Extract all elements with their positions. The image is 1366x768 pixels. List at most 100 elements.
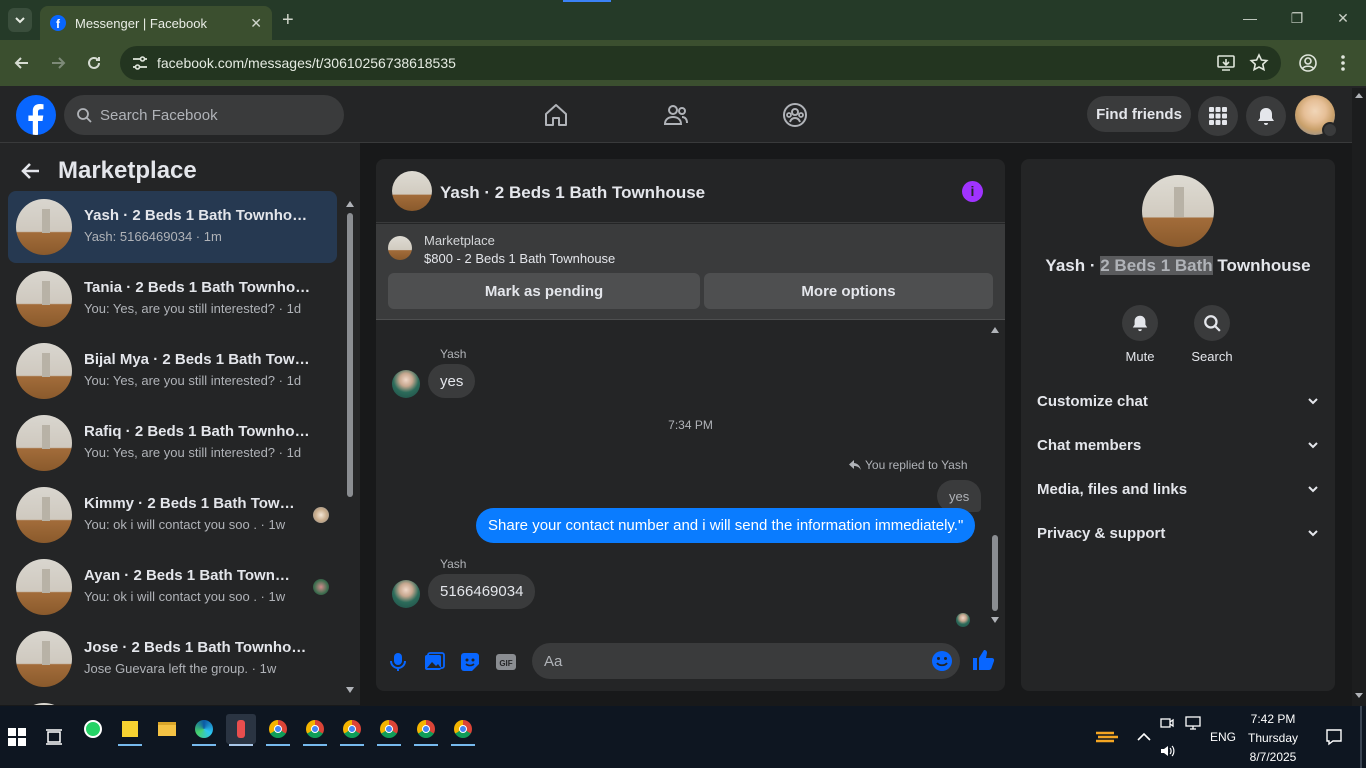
chat-members-section[interactable]: Chat members [1029,423,1327,467]
listing-title[interactable]: $800 - 2 Beds 1 Bath Townhouse [424,251,615,266]
conversation-item[interactable]: Kimmy · 2 Beds 1 Bath Townhouse You: ok … [8,479,337,551]
listing-thumbnail [16,559,72,615]
more-options-button[interactable]: More options [704,273,993,309]
sticker-icon[interactable] [458,650,482,674]
install-app-icon[interactable] [1216,53,1236,73]
chrome-taskbar-icon[interactable] [374,714,404,746]
site-settings-icon[interactable] [130,53,150,73]
sender-avatar[interactable] [392,580,420,608]
menu-dots-icon[interactable] [1336,53,1350,73]
facebook-logo-icon[interactable] [16,95,56,135]
start-button[interactable] [2,722,32,752]
chat-scrollbar[interactable] [990,325,1000,625]
photo-icon[interactable] [422,650,446,674]
conversation-item[interactable]: Rafiq · 2 Beds 1 Bath Townhouse You: Yes… [8,407,337,479]
conversation-name: Ayan · 2 Beds 1 Bath Townhouse [84,567,298,584]
section-label: Chat members [1037,436,1142,454]
url-text[interactable]: facebook.com/messages/t/3061025673861853… [157,55,456,71]
listing-thumbnail [16,703,72,705]
app-taskbar-icon[interactable] [226,714,256,746]
like-thumb-icon[interactable] [971,648,995,672]
conversation-name: Yash · 2 Beds 1 Bath Townhouse [84,207,314,224]
listing-thumbnail [16,199,72,255]
sender-avatar[interactable] [392,370,420,398]
volume-icon[interactable] [1160,744,1176,758]
conversation-item[interactable] [8,695,337,705]
notifications-button[interactable] [1246,96,1286,136]
microphone-icon[interactable] [386,650,410,674]
conversation-item[interactable]: Jose · 2 Beds 1 Bath Townhouse Jose Guev… [8,623,337,695]
message-input[interactable] [532,643,960,679]
whatsapp-taskbar-icon[interactable] [78,714,108,744]
new-tab-icon[interactable]: + [282,9,294,32]
network-icon[interactable] [1185,716,1201,730]
restore-icon[interactable]: ❐ [1285,10,1309,30]
listing-thumbnail [16,271,72,327]
conversation-name: Bijal Mya · 2 Beds 1 Bath Townhouse [84,351,314,368]
conversation-item[interactable]: Tania · 2 Beds 1 Bath Townhouse You: Yes… [8,263,337,335]
page-scrollbar[interactable] [1352,88,1366,706]
file-explorer-taskbar-icon[interactable] [152,714,182,744]
friends-icon[interactable] [663,102,689,128]
bookmark-star-icon[interactable] [1249,53,1269,73]
conversations-scrollbar[interactable] [346,193,354,701]
privacy-support-section[interactable]: Privacy & support [1029,511,1327,555]
sender-name: Yash [440,557,467,571]
facebook-search-box[interactable]: Search Facebook [64,95,344,135]
chrome-taskbar-icon[interactable] [300,714,330,746]
gif-icon[interactable]: GIF [494,650,518,674]
camera-icon[interactable] [1160,716,1174,730]
show-hidden-icons[interactable] [1129,722,1159,752]
omnibox[interactable]: facebook.com/messages/t/3061025673861853… [120,46,1281,80]
message-composer: GIF [376,637,1005,691]
forward-arrow-icon[interactable] [48,53,68,73]
outgoing-message[interactable]: Share your contact number and i will sen… [476,508,976,543]
section-label: Privacy & support [1037,524,1166,542]
task-view-button[interactable] [39,722,69,752]
listing-avatar[interactable] [1142,175,1214,247]
account-avatar[interactable] [1295,95,1338,138]
back-arrow-icon[interactable] [20,160,42,182]
conversation-item[interactable]: Bijal Mya · 2 Beds 1 Bath Townhouse You:… [8,335,337,407]
chrome-taskbar-icon[interactable] [411,714,441,746]
show-desktop-button[interactable] [1360,706,1362,768]
clock-date: 8/7/2025 [1249,750,1297,764]
notification-center-button[interactable] [1319,722,1349,752]
language-indicator[interactable]: ENG [1210,730,1236,744]
conversation-preview: You: Yes, are you still interested? · 1d [84,301,302,316]
tab-search-button[interactable] [8,8,32,32]
chrome-taskbar-icon[interactable] [263,714,293,746]
search-action[interactable]: Search [1182,305,1242,364]
incoming-message[interactable]: yes [428,364,476,398]
close-tab-icon[interactable]: ✕ [250,15,262,32]
chat-title[interactable]: Yash · 2 Beds 1 Bath Townhouse [440,183,705,203]
mute-action[interactable]: Mute [1110,305,1170,364]
conversation-item[interactable]: Yash · 2 Beds 1 Bath Townhouse Yash: 516… [8,191,337,263]
back-arrow-icon[interactable] [12,53,32,73]
system-clock[interactable]: 7:42 PM Thursday 8/7/2025 [1240,710,1306,767]
reload-icon[interactable] [84,53,104,73]
mark-as-pending-button[interactable]: Mark as pending [388,273,700,309]
groups-icon[interactable] [782,102,808,128]
info-icon[interactable]: i [962,181,983,202]
details-title-part: Yash · [1045,256,1101,275]
profile-icon[interactable] [1298,53,1318,73]
emoji-icon[interactable] [931,650,953,672]
chrome-taskbar-icon[interactable] [448,714,478,746]
sticky-notes-taskbar-icon[interactable] [115,714,145,746]
weather-widget-icon[interactable] [1092,722,1122,752]
incoming-message[interactable]: 5166469034 [428,574,536,609]
home-icon[interactable] [543,102,569,128]
chrome-taskbar-icon[interactable] [337,714,367,746]
details-title: Yash · 2 Beds 1 Bath Townhouse [1021,256,1335,276]
chat-avatar[interactable] [392,171,432,211]
minimize-icon[interactable]: — [1238,10,1262,30]
find-friends-button[interactable]: Find friends [1087,96,1191,132]
conversation-item[interactable]: Ayan · 2 Beds 1 Bath Townhouse You: ok i… [8,551,337,623]
menu-button[interactable] [1198,96,1238,136]
edge-taskbar-icon[interactable] [189,714,219,746]
customize-chat-section[interactable]: Customize chat [1029,379,1327,423]
browser-tab[interactable]: f Messenger | Facebook ✕ [40,6,272,40]
media-files-links-section[interactable]: Media, files and links [1029,467,1327,511]
close-window-icon[interactable]: ✕ [1331,10,1355,30]
